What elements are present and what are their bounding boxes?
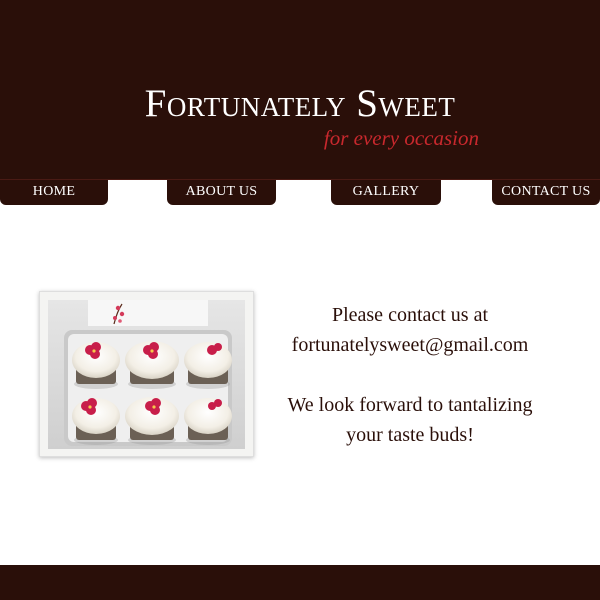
cupcake-box-image — [48, 300, 245, 449]
site-header: Fortunately Sweet for every occasion — [0, 0, 600, 180]
contact-message: Please contact us at fortunatelysweet@gm… — [272, 300, 548, 450]
nav-contact-us[interactable]: CONTACT US — [492, 180, 600, 205]
nav-gallery[interactable]: GALLERY — [331, 180, 441, 205]
nav-about-us[interactable]: ABOUT US — [167, 180, 276, 205]
contact-intro: Please contact us at — [331, 304, 489, 326]
contact-closing-line-1: We look forward to tantalizing — [287, 394, 533, 416]
contact-email[interactable]: fortunatelysweet@gmail.com — [272, 330, 548, 360]
nav-home[interactable]: HOME — [0, 180, 108, 205]
site-footer — [0, 565, 600, 600]
cupcake-photo-frame — [39, 291, 254, 457]
site-tagline: for every occasion — [323, 126, 479, 150]
cupcake-photo — [48, 300, 245, 449]
contact-closing-line-2: your taste buds! — [346, 424, 474, 446]
site-title: Fortunately Sweet — [144, 82, 456, 125]
